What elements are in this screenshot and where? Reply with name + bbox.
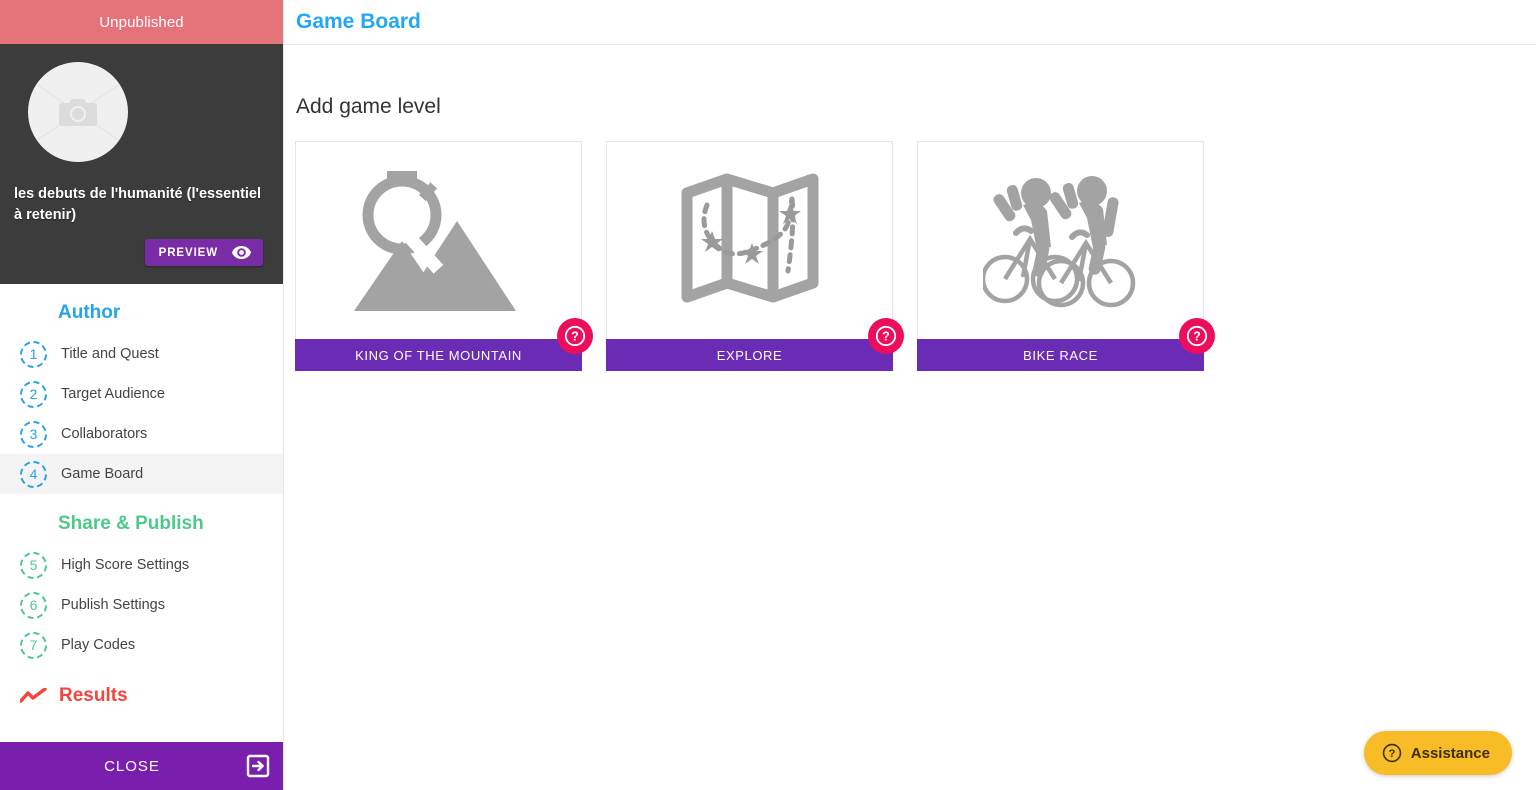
step-number-6: 6 <box>20 591 47 619</box>
game-level-card-king-of-the-mountain[interactable]: KING OF THE MOUNTAIN ? <box>295 141 593 371</box>
game-level-card-bike-race[interactable]: BIKE RACE ? <box>917 141 1215 371</box>
step-number-1: 1 <box>20 340 47 368</box>
nav-section-heading-share-publish: Share & Publish <box>58 513 204 534</box>
app-root: Unpublished les debuts de l'humanité (l'… <box>0 0 1536 790</box>
help-question-icon-explore[interactable]: ? <box>868 318 904 354</box>
project-title: les debuts de l'humanité (l'essentiel à … <box>14 186 262 224</box>
sidebar-item-play-codes[interactable]: 7 Play Codes <box>0 625 283 665</box>
sidebar-item-label: Collaborators <box>61 426 148 442</box>
step-number-5: 5 <box>20 551 47 579</box>
status-badge-label: Unpublished <box>99 13 184 31</box>
sidebar-item-publish-settings[interactable]: 6 Publish Settings <box>0 585 283 625</box>
step-number-3: 3 <box>20 420 47 448</box>
card-label[interactable]: EXPLORE <box>606 339 893 371</box>
exit-icon <box>246 754 270 778</box>
step-number-7: 7 <box>20 631 47 659</box>
svg-text:?: ? <box>1193 330 1201 344</box>
close-button[interactable]: CLOSE <box>0 742 283 790</box>
sidebar-item-high-score-settings[interactable]: 5 High Score Settings <box>0 545 283 585</box>
preview-button-label: PREVIEW <box>158 246 218 259</box>
trend-line-icon <box>20 688 47 703</box>
step-number-2: 2 <box>20 380 47 408</box>
cyclists-icon <box>983 175 1136 307</box>
game-level-card-list: KING OF THE MOUNTAIN ? EXPLORE ? BIKE RA… <box>284 119 1536 371</box>
sidebar-item-label: Publish Settings <box>61 597 165 613</box>
nav-section-heading-results[interactable]: Results <box>0 665 283 717</box>
sidebar-item-label: Title and Quest <box>61 346 159 362</box>
svg-text:?: ? <box>882 330 890 344</box>
help-question-icon-king-of-the-mountain[interactable]: ? <box>557 318 593 354</box>
svg-text:?: ? <box>571 330 579 344</box>
close-button-label: CLOSE <box>104 757 160 775</box>
folded-map-icon <box>681 173 818 302</box>
eye-icon <box>232 246 251 259</box>
card-image-area[interactable] <box>295 141 582 339</box>
assistance-button[interactable]: ? Assistance <box>1363 731 1512 775</box>
nav-section-heading-results-label: Results <box>59 685 128 706</box>
sidebar-nav: Author 1 Title and Quest 2 Target Audien… <box>0 284 283 717</box>
sidebar: Unpublished les debuts de l'humanité (l'… <box>0 0 283 790</box>
nav-section-heading-author: Author <box>58 302 121 323</box>
preview-button[interactable]: PREVIEW <box>144 239 263 266</box>
avatar <box>28 62 128 162</box>
profile-block: les debuts de l'humanité (l'essentiel à … <box>0 44 283 284</box>
card-label[interactable]: KING OF THE MOUNTAIN <box>295 339 582 371</box>
main-content: Game Board Add game level KING OF THE MO… <box>283 0 1536 790</box>
sidebar-item-collaborators[interactable]: 3 Collaborators <box>0 414 283 454</box>
sidebar-item-label: Play Codes <box>61 637 136 653</box>
card-image-area[interactable] <box>606 141 893 339</box>
question-circle-icon: ? <box>1382 743 1402 763</box>
help-question-icon-bike-race[interactable]: ? <box>1179 318 1215 354</box>
camera-placeholder-icon <box>59 99 97 126</box>
main-header: Game Board <box>284 0 1536 45</box>
step-number-4: 4 <box>20 460 47 488</box>
card-label[interactable]: BIKE RACE <box>917 339 1204 371</box>
sidebar-item-target-audience[interactable]: 2 Target Audience <box>0 374 283 414</box>
game-level-card-explore[interactable]: EXPLORE ? <box>606 141 904 371</box>
sidebar-item-label: High Score Settings <box>61 557 190 573</box>
section-title: Add game level <box>296 95 441 118</box>
card-image-area[interactable] <box>917 141 1204 339</box>
assistance-button-label: Assistance <box>1410 744 1490 762</box>
page-title: Game Board <box>296 10 421 33</box>
sidebar-item-label: Target Audience <box>61 386 165 402</box>
sidebar-item-title-and-quest[interactable]: 1 Title and Quest <box>0 334 283 374</box>
svg-text:?: ? <box>1388 748 1395 760</box>
stopwatch-mountain-icon <box>353 170 516 311</box>
sidebar-item-game-board[interactable]: 4 Game Board <box>0 454 283 494</box>
sidebar-item-label: Game Board <box>61 466 144 482</box>
status-badge: Unpublished <box>0 0 283 44</box>
